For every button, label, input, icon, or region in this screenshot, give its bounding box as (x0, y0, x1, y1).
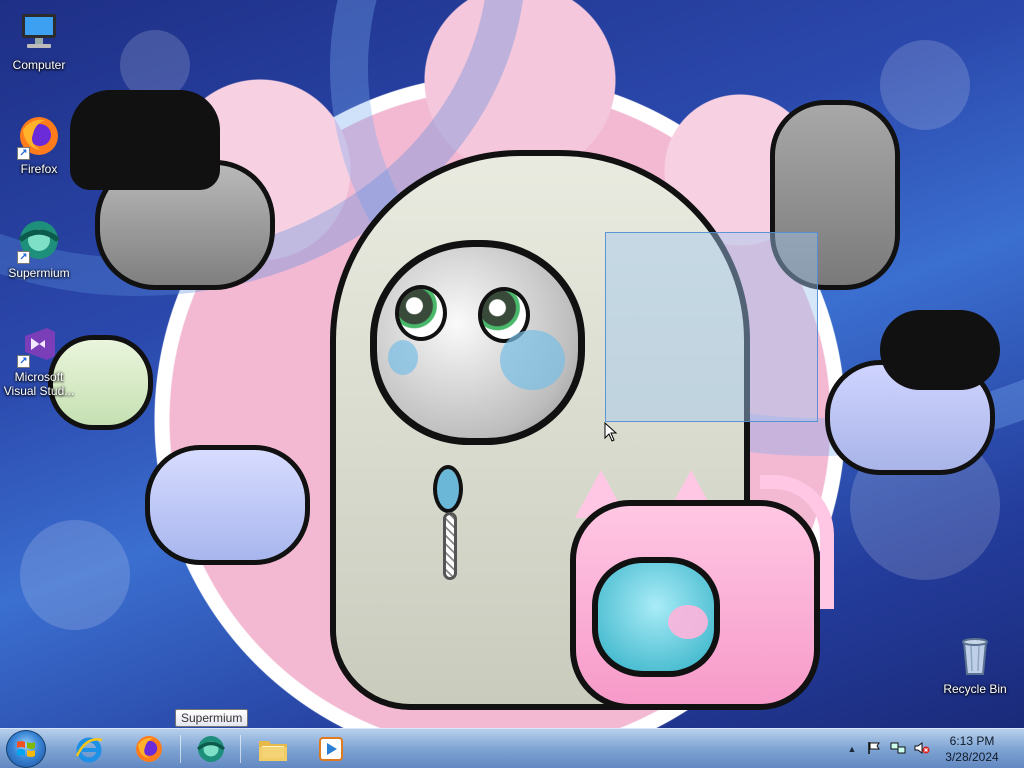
zipper-pull (433, 465, 463, 513)
shortcut-arrow-icon: ↗ (17, 355, 30, 368)
desktop-icon-label: Firefox (20, 162, 58, 176)
network-icon[interactable] (890, 741, 906, 757)
computer-icon (15, 8, 63, 56)
shortcut-arrow-icon: ↗ (17, 147, 30, 160)
taskbar-internet-explorer[interactable] (62, 731, 116, 767)
taskbar-separator (240, 735, 241, 763)
taskbar-separator (180, 735, 181, 763)
desktop-icon-label: Computer (12, 58, 66, 72)
bunny-ears (70, 90, 220, 190)
supermium-icon (196, 736, 226, 762)
taskbar: ▲ 6:13 PM 3/28/2024 (0, 728, 1024, 768)
start-button[interactable] (6, 730, 46, 768)
visual-studio-icon: ↗ (15, 320, 63, 368)
system-clock[interactable]: 6:13 PM 3/28/2024 (932, 733, 1012, 765)
volume-muted-icon[interactable] (914, 741, 930, 757)
desktop-icon-firefox[interactable]: ↗ Firefox (1, 112, 77, 176)
windows-logo-icon (17, 741, 35, 757)
supermium-icon: ↗ (15, 216, 63, 264)
desktop-icon-label: Supermium (8, 266, 70, 280)
wallpaper-bubble (20, 520, 130, 630)
cat-tail (760, 475, 834, 609)
desktop-icon-recycle-bin[interactable]: Recycle Bin (937, 632, 1013, 696)
taskbar-supermium[interactable] (184, 731, 238, 767)
astronaut-cheek (500, 330, 565, 390)
desktop-icon-supermium[interactable]: ↗ Supermium (1, 216, 77, 280)
recycle-bin-icon (951, 632, 999, 680)
action-center-flag-icon[interactable] (866, 741, 882, 757)
selection-rectangle (605, 232, 818, 422)
firefox-icon: ↗ (15, 112, 63, 160)
clock-time: 6:13 PM (949, 734, 995, 748)
media-player-icon (319, 737, 343, 761)
desktop-icon-label: Recycle Bin (943, 682, 1007, 696)
taskbar-media-player[interactable] (304, 731, 358, 767)
mouse-creature (145, 445, 310, 565)
internet-explorer-icon (75, 737, 103, 763)
bunny-ears-right (880, 310, 1000, 390)
show-hidden-icons-button[interactable]: ▲ (844, 741, 860, 757)
cat-cheek (668, 605, 708, 639)
zipper-line (443, 512, 457, 580)
desktop[interactable]: Computer ↗ Firefox ↗ Supermium ↗ Microso… (0, 0, 1024, 728)
wallpaper-bubble (880, 40, 970, 130)
taskbar-tooltip: Supermium (175, 709, 249, 727)
astronaut-eye-left (395, 285, 447, 341)
taskbar-firefox[interactable] (122, 731, 176, 767)
desktop-icon-label: Microsoft Visual Stud... (3, 370, 75, 398)
desktop-icon-visual-studio[interactable]: ↗ Microsoft Visual Stud... (1, 320, 77, 398)
firefox-icon (136, 736, 162, 762)
taskbar-windows-explorer[interactable] (246, 731, 300, 767)
clock-date: 3/28/2024 (945, 750, 999, 764)
notification-area: ▲ 6:13 PM 3/28/2024 (844, 729, 1024, 769)
shortcut-arrow-icon: ↗ (17, 251, 30, 264)
mouse-cursor-icon (604, 421, 618, 447)
astronaut-cheek (388, 340, 418, 375)
desktop-icon-computer[interactable]: Computer (1, 8, 77, 72)
folder-icon (259, 741, 287, 761)
